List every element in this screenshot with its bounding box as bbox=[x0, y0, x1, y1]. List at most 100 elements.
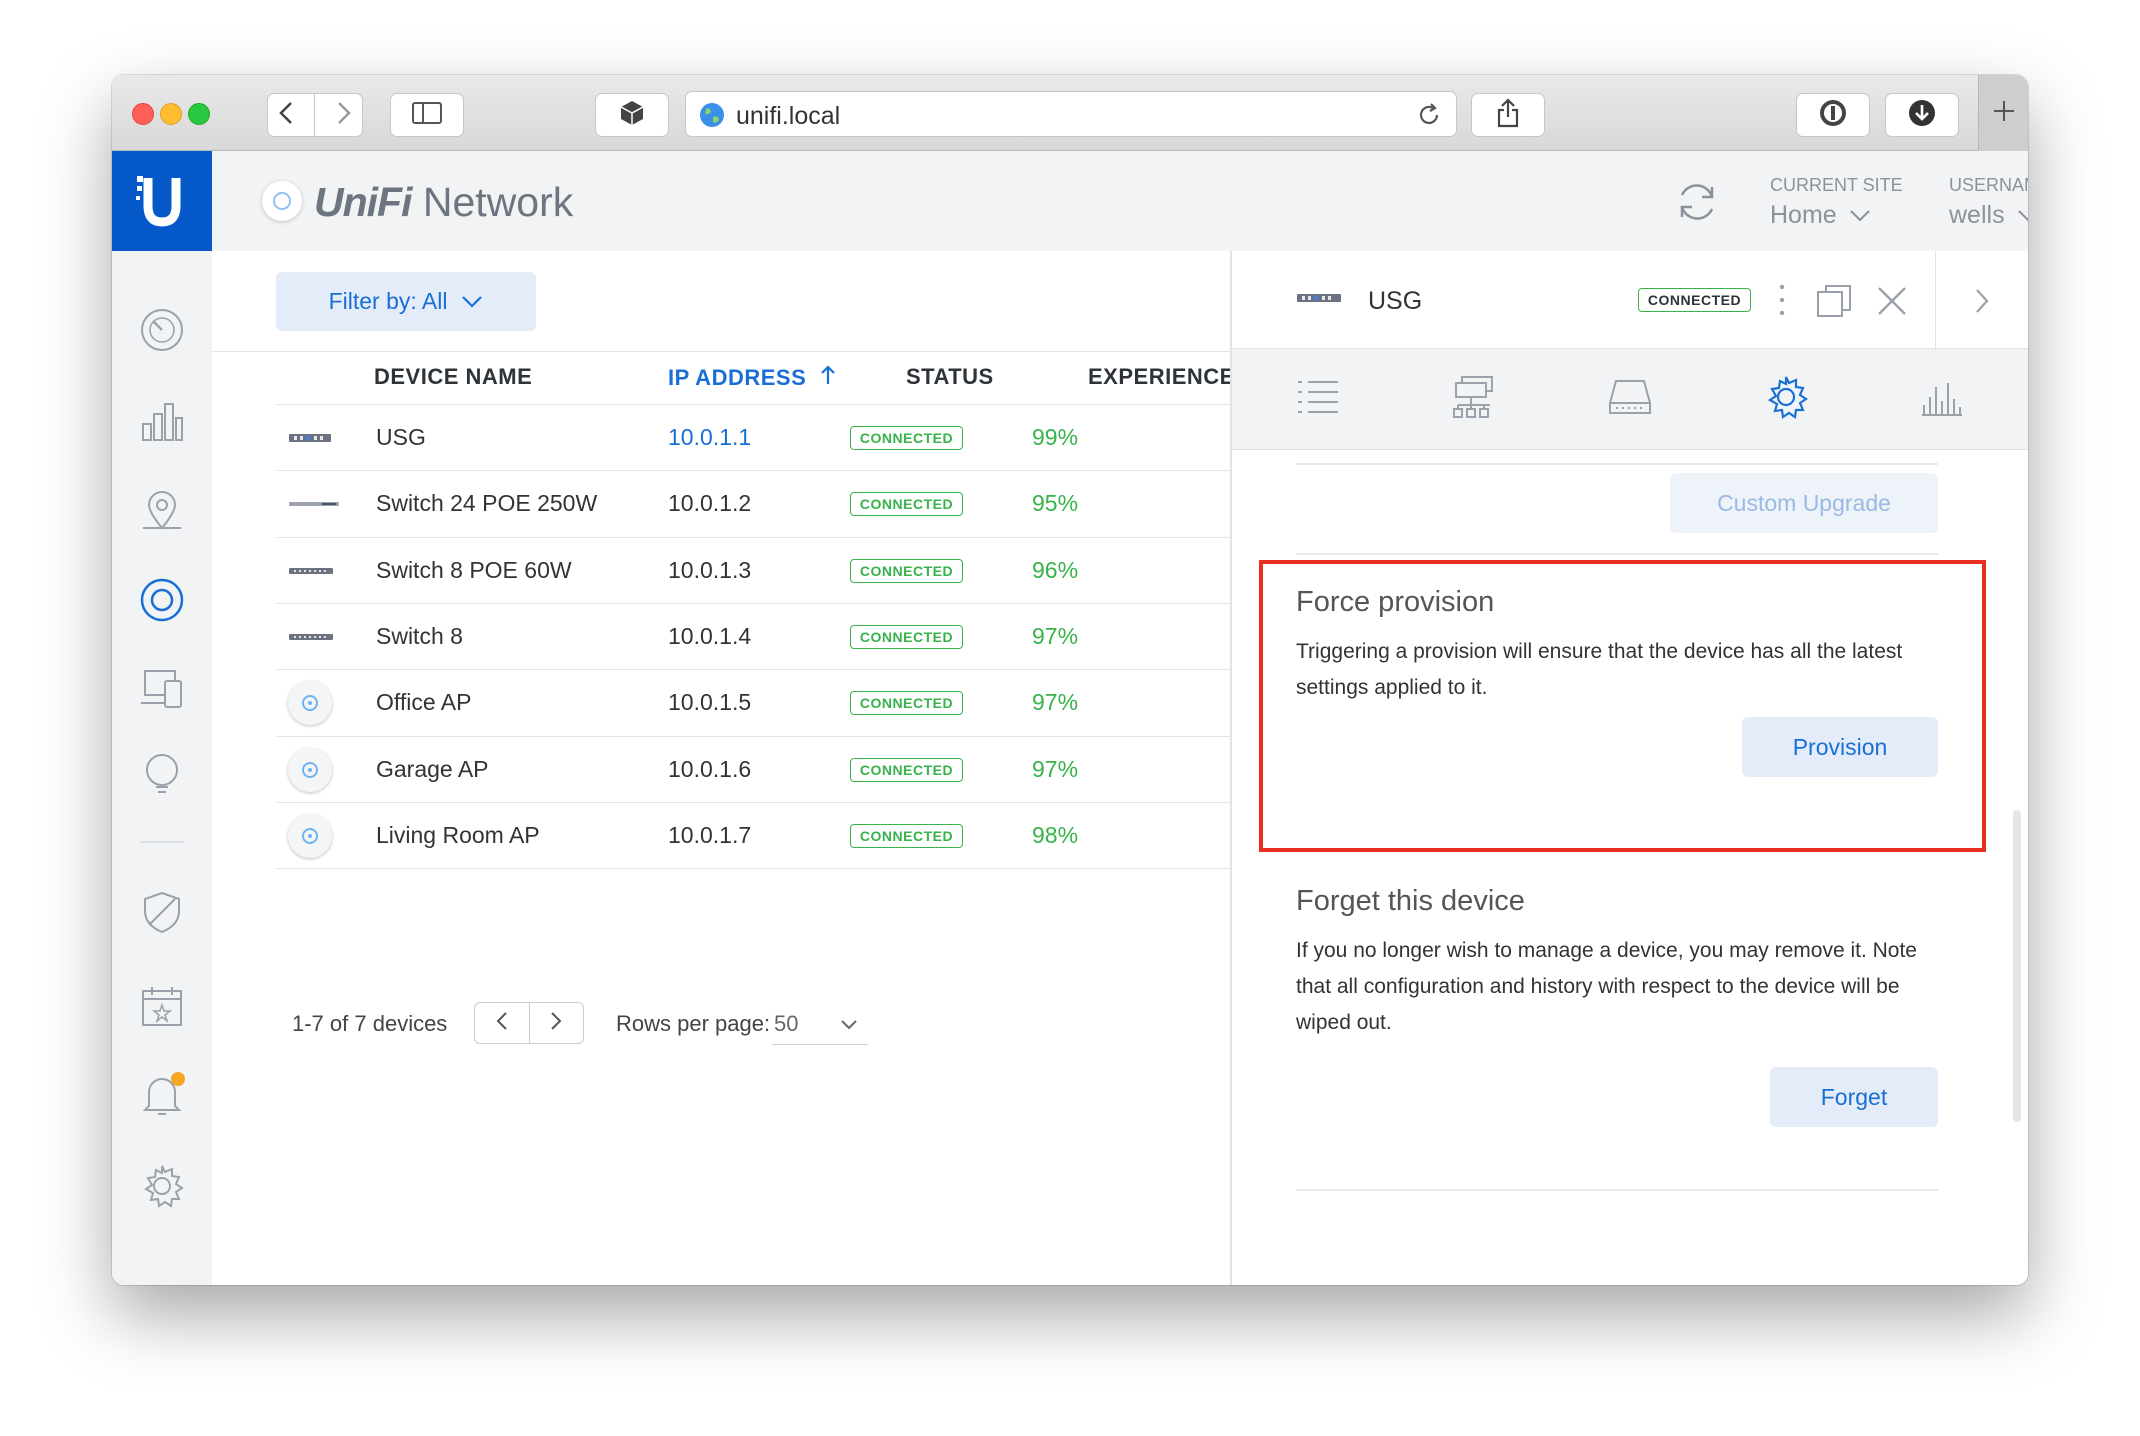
nav-map[interactable] bbox=[137, 488, 187, 538]
ip-address[interactable]: 10.0.1.1 bbox=[668, 424, 751, 451]
nav-security[interactable] bbox=[137, 889, 187, 939]
tab-ports[interactable] bbox=[1604, 374, 1656, 424]
provision-button[interactable]: Provision bbox=[1742, 717, 1938, 777]
username-value: wells bbox=[1949, 201, 2005, 229]
column-ip-address[interactable]: IP ADDRESS bbox=[668, 364, 836, 392]
close-window-button[interactable] bbox=[132, 103, 154, 125]
share-button[interactable] bbox=[1471, 93, 1545, 137]
tab-config[interactable] bbox=[1760, 374, 1812, 424]
table-row[interactable]: Garage AP 10.0.1.6 CONNECTED 97% bbox=[276, 735, 1342, 803]
browser-window: unifi.local UniFi Network CURRENT SITE H… bbox=[112, 75, 2028, 1285]
column-experience[interactable]: EXPERIENCE bbox=[1088, 364, 1235, 390]
next-page-button[interactable] bbox=[530, 1003, 584, 1043]
panel-scrollbar[interactable] bbox=[2013, 810, 2021, 1122]
nav-events[interactable] bbox=[137, 983, 187, 1033]
experience-value: 96% bbox=[1032, 556, 1079, 583]
insights-icon bbox=[139, 751, 185, 802]
password-manager-button[interactable] bbox=[1796, 93, 1870, 137]
site-selector[interactable]: Home bbox=[1770, 201, 1871, 230]
config-icon bbox=[1763, 374, 1809, 425]
sidebar-icon bbox=[412, 101, 442, 129]
switch-icon bbox=[288, 538, 334, 604]
table-row[interactable]: Switch 8 10.0.1.4 CONNECTED 97% bbox=[276, 602, 1342, 669]
popout-icon[interactable] bbox=[1816, 284, 1852, 323]
url-text: unifi.local bbox=[736, 102, 841, 130]
tab-network[interactable] bbox=[1448, 374, 1500, 424]
refresh-icon[interactable] bbox=[1672, 179, 1722, 230]
table-row[interactable]: USG 10.0.1.1 CONNECTED 99% bbox=[276, 404, 1342, 470]
unifi-logo[interactable] bbox=[112, 151, 212, 251]
forward-icon[interactable] bbox=[336, 100, 352, 131]
section-divider bbox=[1296, 463, 1938, 465]
back-icon[interactable] bbox=[278, 100, 294, 131]
panel-status-badge: CONNECTED bbox=[1638, 288, 1751, 312]
device-name: Office AP bbox=[376, 689, 472, 716]
downloads-button[interactable] bbox=[1885, 93, 1959, 137]
network-icon bbox=[1452, 375, 1496, 424]
nav-alerts[interactable] bbox=[137, 1071, 187, 1122]
rows-per-page-select[interactable]: 50 bbox=[772, 1003, 868, 1045]
more-options-icon[interactable] bbox=[1779, 283, 1785, 322]
extension-button[interactable] bbox=[595, 93, 669, 137]
app-brand: UniFi Network bbox=[314, 179, 573, 226]
user-menu[interactable]: wells bbox=[1949, 201, 2028, 230]
dashboard-icon bbox=[139, 307, 185, 358]
forget-device-description: If you no longer wish to manage a device… bbox=[1296, 939, 1917, 1034]
details-icon bbox=[1296, 378, 1340, 421]
status-badge: CONNECTED bbox=[850, 426, 963, 450]
access-point-icon bbox=[288, 670, 332, 736]
address-bar[interactable]: unifi.local bbox=[685, 91, 1457, 137]
ports-icon bbox=[1608, 377, 1652, 422]
forget-device-title: Forget this device bbox=[1296, 885, 1525, 917]
pagination-summary: 1-7 of 7 devices bbox=[292, 1011, 448, 1036]
experience-value: 98% bbox=[1032, 821, 1079, 848]
filter-dropdown[interactable]: Filter by: All bbox=[276, 272, 536, 331]
sidebar-toggle-button[interactable] bbox=[390, 93, 464, 137]
chevron-down-icon bbox=[1849, 201, 1871, 230]
table-row[interactable]: Switch 24 POE 250W 10.0.1.2 CONNECTED 95% bbox=[276, 470, 1342, 536]
experience-value: 99% bbox=[1032, 424, 1079, 450]
reload-icon[interactable] bbox=[1416, 102, 1442, 133]
table-row[interactable]: Living Room AP 10.0.1.7 CONNECTED 98% bbox=[276, 801, 1342, 868]
app-header: UniFi Network CURRENT SITE Home USERNAME… bbox=[212, 151, 2028, 251]
nav-insights[interactable] bbox=[137, 751, 187, 801]
status-badge: CONNECTED bbox=[850, 823, 963, 848]
device-name: Garage AP bbox=[376, 755, 489, 782]
ip-address: 10.0.1.2 bbox=[668, 490, 752, 517]
devices-icon bbox=[139, 577, 185, 628]
nav-statistics[interactable] bbox=[137, 398, 187, 448]
experience-value: 95% bbox=[1032, 490, 1079, 517]
custom-upgrade-button[interactable]: Custom Upgrade bbox=[1670, 473, 1938, 533]
zoom-window-button[interactable] bbox=[188, 103, 210, 125]
column-device-name[interactable]: DEVICE NAME bbox=[374, 364, 532, 390]
ip-address: 10.0.1.5 bbox=[668, 689, 752, 716]
nav-settings[interactable] bbox=[137, 1163, 187, 1213]
tab-stats[interactable] bbox=[1916, 374, 1968, 424]
previous-page-button[interactable] bbox=[475, 1003, 530, 1043]
rows-per-page-label: Rows per page: bbox=[616, 1011, 771, 1036]
minimize-window-button[interactable] bbox=[160, 103, 182, 125]
nav-devices[interactable] bbox=[137, 577, 187, 627]
experience-value: 97% bbox=[1032, 622, 1079, 649]
nav-dashboard[interactable] bbox=[137, 307, 187, 357]
ip-address: 10.0.1.4 bbox=[668, 622, 752, 649]
table-row[interactable]: Office AP 10.0.1.5 CONNECTED 97% bbox=[276, 669, 1342, 735]
ip-address: 10.0.1.7 bbox=[668, 821, 752, 848]
map-icon bbox=[139, 488, 185, 539]
close-icon[interactable] bbox=[1876, 285, 1908, 322]
panel-device-name: USG bbox=[1368, 287, 1423, 315]
alert-dot bbox=[171, 1071, 185, 1086]
nav-clients[interactable] bbox=[137, 665, 187, 715]
collapse-panel-icon[interactable] bbox=[1974, 287, 1990, 320]
device-name: Switch 8 bbox=[376, 622, 463, 649]
section-divider bbox=[1296, 1189, 1938, 1191]
tab-details[interactable] bbox=[1292, 374, 1344, 424]
unifi-product-icon bbox=[262, 181, 302, 221]
table-row[interactable]: Switch 8 POE 60W 10.0.1.3 CONNECTED 96% bbox=[276, 536, 1342, 604]
panel-header-divider bbox=[1935, 251, 1936, 349]
current-site-value: Home bbox=[1770, 201, 1837, 229]
new-tab-button[interactable] bbox=[1978, 75, 2028, 151]
forget-button[interactable]: Forget bbox=[1770, 1067, 1938, 1127]
column-status[interactable]: STATUS bbox=[906, 364, 994, 390]
access-point-icon bbox=[288, 737, 332, 803]
